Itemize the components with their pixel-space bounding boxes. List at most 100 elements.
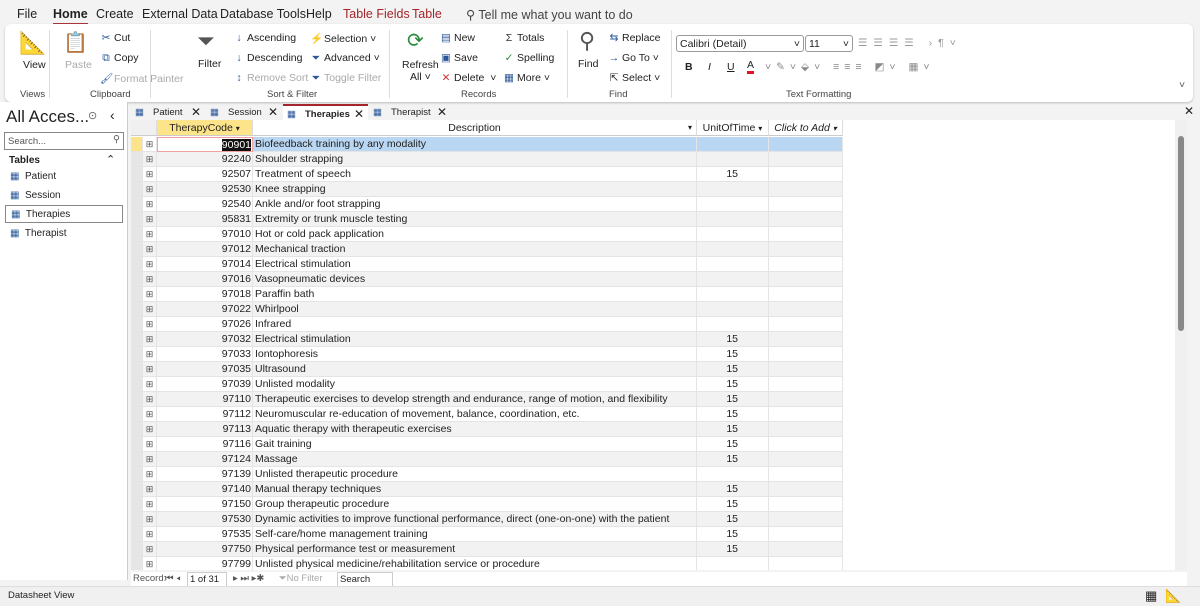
cell-therapycode[interactable]: 97035	[157, 362, 253, 377]
cell-unitoftime[interactable]: 15	[697, 407, 769, 422]
cell-therapycode[interactable]: 92507	[157, 167, 253, 182]
expand-icon[interactable]: ⊞	[143, 272, 157, 287]
scrollbar-thumb[interactable]	[1178, 136, 1184, 331]
italic-button[interactable]: I	[708, 61, 711, 73]
row-selector[interactable]	[131, 167, 143, 182]
expand-icon[interactable]: ⊞	[143, 287, 157, 302]
cell-therapycode[interactable]: 97032	[157, 332, 253, 347]
column-header-description[interactable]: Description ▾	[253, 120, 697, 136]
expand-icon[interactable]: ⊞	[143, 257, 157, 272]
cell-click-to-add[interactable]	[769, 407, 843, 422]
table-row[interactable]: ⊞ 97530 Dynamic activities to improve func…	[131, 512, 843, 527]
expand-icon[interactable]: ⊞	[143, 527, 157, 542]
cell-unitoftime[interactable]: 15	[697, 497, 769, 512]
expand-icon[interactable]: ⊞	[143, 557, 157, 570]
cell-click-to-add[interactable]	[769, 392, 843, 407]
cell-description[interactable]: Vasopneumatic devices	[253, 272, 697, 287]
expand-icon[interactable]: ⊞	[143, 137, 157, 152]
cell-click-to-add[interactable]	[769, 257, 843, 272]
collapse-nav-icon[interactable]: ‹	[110, 107, 115, 123]
expand-icon[interactable]: ⊞	[143, 317, 157, 332]
cell-description[interactable]: Knee strapping	[253, 182, 697, 197]
expand-icon[interactable]: ⊞	[143, 362, 157, 377]
row-selector[interactable]	[131, 467, 143, 482]
row-selector[interactable]	[131, 392, 143, 407]
cell-click-to-add[interactable]	[769, 527, 843, 542]
copy-button[interactable]: ⧉ Copy	[100, 52, 138, 65]
row-selector[interactable]	[131, 542, 143, 557]
expand-icon[interactable]: ⊞	[143, 242, 157, 257]
row-selector[interactable]	[131, 137, 143, 152]
cell-unitoftime[interactable]: 15	[697, 542, 769, 557]
table-row[interactable]: ⊞ 92507 Treatment of speech 15	[131, 167, 843, 182]
row-selector[interactable]	[131, 317, 143, 332]
format-painter-button[interactable]: 🖌Format Painter	[100, 72, 183, 85]
cell-description[interactable]: Manual therapy techniques	[253, 482, 697, 497]
cell-therapycode[interactable]: 95831	[157, 212, 253, 227]
expand-icon[interactable]: ⊞	[143, 512, 157, 527]
new-record-button[interactable]: ▤ New	[440, 32, 475, 44]
cell-click-to-add[interactable]	[769, 272, 843, 287]
cell-therapycode[interactable]: 97110	[157, 392, 253, 407]
table-row[interactable]: ⊞ 97112 Neuromuscular re-education of move…	[131, 407, 843, 422]
cell-description[interactable]: Biofeedback training by any modality	[253, 137, 697, 152]
table-row[interactable]: ⊞ 97033 Iontophoresis 15	[131, 347, 843, 362]
menu-create[interactable]: Create	[96, 7, 134, 21]
menu-external-data[interactable]: External Data	[142, 7, 218, 21]
row-selector[interactable]	[131, 362, 143, 377]
table-row[interactable]: ⊞ 97116 Gait training 15	[131, 437, 843, 452]
cell-therapycode[interactable]: 97150	[157, 497, 253, 512]
nav-item-session[interactable]: ▦ Session	[10, 190, 61, 201]
cell-click-to-add[interactable]	[769, 152, 843, 167]
delete-record-button[interactable]: ✕ Delete ˅	[440, 72, 497, 84]
cell-description[interactable]: Neuromuscular re-education of movement, …	[253, 407, 697, 422]
cell-therapycode[interactable]: 92540	[157, 197, 253, 212]
row-selector[interactable]	[131, 212, 143, 227]
cell-description[interactable]: Electrical stimulation	[253, 257, 697, 272]
table-row[interactable]: ⊞ 97014 Electrical stimulation	[131, 257, 843, 272]
spelling-button[interactable]: ✓ Spelling	[503, 52, 555, 64]
expand-icon[interactable]: ⊞	[143, 407, 157, 422]
cell-unitoftime[interactable]: 15	[697, 332, 769, 347]
cell-click-to-add[interactable]	[769, 362, 843, 377]
nav-item-patient[interactable]: ▦ Patient	[10, 171, 56, 182]
no-filter-button[interactable]: ⏷No Filter	[279, 572, 323, 586]
row-selector[interactable]	[131, 257, 143, 272]
cell-click-to-add[interactable]	[769, 197, 843, 212]
cell-therapycode[interactable]: 97012	[157, 242, 253, 257]
cell-click-to-add[interactable]	[769, 302, 843, 317]
cell-unitoftime[interactable]	[697, 557, 769, 570]
table-row[interactable]: ⊞ 97110 Therapeutic exercises to develop s…	[131, 392, 843, 407]
table-row[interactable]: ⊞ 95831 Extremity or trunk muscle testing	[131, 212, 843, 227]
list-buttons[interactable]: ☰☰☰☰ ›¶˅	[858, 37, 962, 49]
format-buttons[interactable]: ˅✎˅⬙˅ ≡≡≡ ◩˅ ▦˅	[765, 61, 935, 73]
expand-icon[interactable]: ⊞	[143, 437, 157, 452]
font-name-select[interactable]: Calibri (Detail) ˅	[676, 35, 804, 52]
cell-therapycode[interactable]: 90901	[157, 137, 253, 152]
cut-button[interactable]: ✂ Cut	[100, 32, 131, 44]
cell-description[interactable]: Therapeutic exercises to develop strengt…	[253, 392, 697, 407]
design-view-icon[interactable]: 📐	[1165, 588, 1181, 604]
cell-description[interactable]: Self-care/home management training	[253, 527, 697, 542]
underline-button[interactable]: U	[727, 61, 735, 73]
row-selector[interactable]	[131, 512, 143, 527]
cell-description[interactable]: Ankle and/or foot strapping	[253, 197, 697, 212]
cell-description[interactable]: Group therapeutic procedure	[253, 497, 697, 512]
table-row[interactable]: ⊞ 97113 Aquatic therapy with therapeutic e…	[131, 422, 843, 437]
table-row[interactable]: ⊞ 97018 Paraffin bath	[131, 287, 843, 302]
table-row[interactable]: ⊞ 92240 Shoulder strapping	[131, 152, 843, 167]
cell-click-to-add[interactable]	[769, 227, 843, 242]
expand-icon[interactable]: ⊞	[143, 467, 157, 482]
tab-session[interactable]: ▦ Session ✕	[206, 104, 282, 121]
row-selector[interactable]	[131, 287, 143, 302]
cell-therapycode[interactable]: 97530	[157, 512, 253, 527]
cell-description[interactable]: Gait training	[253, 437, 697, 452]
row-selector[interactable]	[131, 527, 143, 542]
table-row[interactable]: ⊞ 97032 Electrical stimulation 15	[131, 332, 843, 347]
cell-description[interactable]: Infrared	[253, 317, 697, 332]
paste-button[interactable]: Paste	[65, 59, 92, 71]
cell-unitoftime[interactable]	[697, 302, 769, 317]
cell-click-to-add[interactable]	[769, 242, 843, 257]
vertical-scrollbar[interactable]	[1175, 120, 1187, 570]
cell-therapycode[interactable]: 97018	[157, 287, 253, 302]
